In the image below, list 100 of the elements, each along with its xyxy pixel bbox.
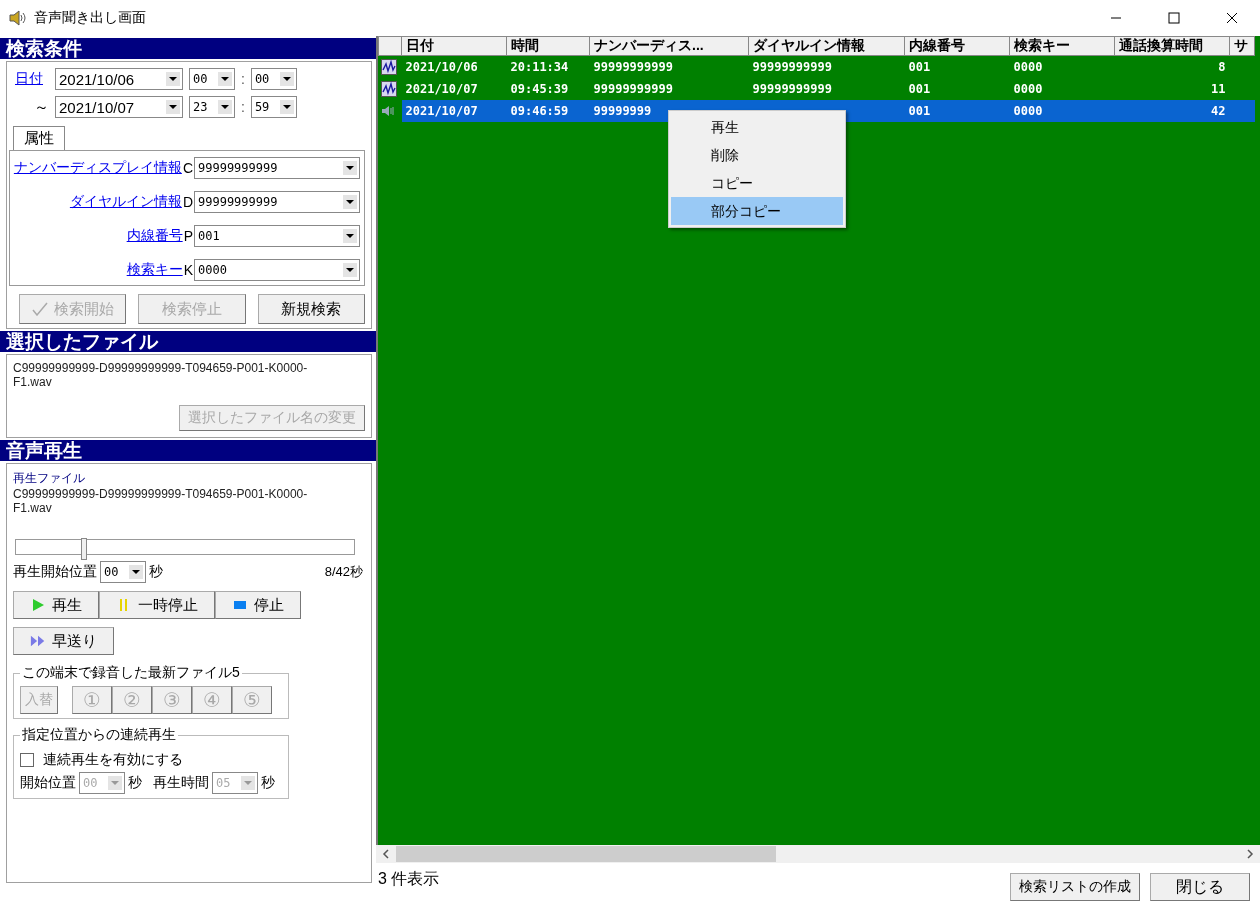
column-header[interactable]: 検索キー bbox=[1009, 36, 1115, 56]
file-name: C99999999999-D99999999999-T094659-P001-K0000-F1.wav bbox=[13, 361, 309, 389]
scroll-right-icon[interactable] bbox=[1246, 849, 1254, 859]
list-row[interactable]: 2021/10/07 09:45:39 99999999999 99999999999 001 0000 11 bbox=[378, 78, 1255, 100]
play-icon bbox=[30, 598, 46, 612]
field-dropdown[interactable]: 99999999999 bbox=[194, 157, 360, 179]
start-dropdown[interactable]: 00 bbox=[100, 561, 146, 583]
field-dropdown[interactable]: 99999999999 bbox=[194, 191, 360, 213]
column-header[interactable]: サ bbox=[1229, 36, 1255, 56]
file-name: C99999999999-D99999999999-T094659-P001-K0000-F1.wav bbox=[13, 487, 309, 515]
time-separator: : bbox=[241, 99, 245, 115]
waveform-icon bbox=[380, 59, 397, 75]
checkbox-label: 連続再生を有効にする bbox=[43, 751, 183, 769]
footer-button[interactable]: 検索リストの作成 bbox=[1010, 873, 1140, 901]
table-cell: 0000 bbox=[1013, 82, 1043, 96]
column-header[interactable]: 通話換算時間 bbox=[1114, 36, 1230, 56]
scroll-left-icon[interactable] bbox=[382, 849, 390, 859]
footer-button[interactable]: 閉じる bbox=[1150, 873, 1250, 901]
caret-icon bbox=[343, 161, 357, 175]
time-separator: : bbox=[241, 71, 245, 87]
tab[interactable]: 属性 bbox=[13, 126, 65, 150]
playback-button[interactable]: 一時停止 bbox=[99, 591, 215, 619]
group-title: 指定位置からの連続再生 bbox=[20, 726, 178, 744]
field-code: K bbox=[183, 262, 193, 278]
stop-icon bbox=[232, 598, 248, 612]
caret-icon bbox=[129, 565, 143, 579]
date-dropdown[interactable]: 2021/10/07 bbox=[55, 96, 183, 118]
hour-dropdown[interactable]: 23 bbox=[189, 96, 235, 118]
field-link[interactable]: 検索キー bbox=[126, 261, 183, 279]
unit-label: 秒 bbox=[149, 563, 163, 581]
column-header[interactable]: ダイヤルイン情報 bbox=[748, 36, 905, 56]
minute-dropdown[interactable]: 59 bbox=[250, 96, 297, 118]
table-cell: 001 bbox=[908, 82, 931, 96]
table-cell: 09:46:59 bbox=[510, 104, 569, 118]
search-button[interactable]: 新規検索 bbox=[257, 294, 365, 324]
date-dropdown[interactable]: 2021/10/06 bbox=[55, 68, 183, 90]
table-cell: 8 bbox=[1218, 60, 1226, 74]
file-label: 再生ファイル bbox=[13, 470, 86, 487]
table-cell: 99999999999 bbox=[593, 82, 673, 96]
speaker-icon bbox=[380, 103, 397, 119]
table-cell: 09:45:39 bbox=[510, 82, 569, 96]
table-cell: 99999999999 bbox=[752, 82, 832, 96]
unit-label: 秒 bbox=[128, 774, 142, 792]
field-code: C bbox=[182, 160, 193, 176]
caret-icon bbox=[343, 263, 357, 277]
table-cell: 001 bbox=[908, 60, 931, 74]
minute-dropdown[interactable]: 00 bbox=[250, 68, 297, 90]
table-cell: 11 bbox=[1211, 82, 1226, 96]
table-cell: 2021/10/06 bbox=[405, 60, 478, 74]
caret-icon bbox=[218, 72, 232, 86]
check-icon bbox=[31, 302, 48, 316]
playback-button[interactable]: 再生 bbox=[13, 591, 99, 619]
caret-icon bbox=[279, 100, 294, 114]
close-icon[interactable] bbox=[1226, 12, 1238, 24]
date-link[interactable]: 日付 bbox=[9, 70, 49, 88]
menu-item[interactable]: コピー bbox=[671, 169, 843, 197]
group-title: この端末で録音した最新ファイル5 bbox=[20, 664, 242, 682]
field-link[interactable]: ナンバーディスプレイ情報 bbox=[13, 159, 182, 177]
field-dropdown[interactable]: 001 bbox=[194, 225, 360, 247]
table-cell: 001 bbox=[908, 104, 931, 118]
table-cell: 99999999999 bbox=[593, 60, 673, 74]
field-code: D bbox=[182, 194, 193, 210]
column-header[interactable]: 内線番号 bbox=[904, 36, 1010, 56]
table-cell: 20:11:34 bbox=[510, 60, 569, 74]
duration-label: 再生時間 bbox=[153, 774, 209, 792]
caret-icon bbox=[166, 72, 180, 86]
caret-icon bbox=[343, 229, 357, 243]
field-code: P bbox=[183, 228, 193, 244]
field-dropdown[interactable]: 0000 bbox=[194, 259, 360, 281]
table-cell: 42 bbox=[1211, 104, 1226, 118]
menu-item[interactable]: 部分コピー bbox=[671, 197, 843, 225]
table-cell: 99999999 bbox=[593, 104, 652, 118]
horizontal-scrollbar[interactable] bbox=[376, 845, 1260, 863]
section-header: 選択したファイル bbox=[0, 331, 376, 352]
playback-button[interactable]: 停止 bbox=[215, 591, 301, 619]
column-header[interactable]: ナンバーディス... bbox=[589, 36, 749, 56]
section-header: 音声再生 bbox=[0, 440, 376, 461]
forward-button[interactable]: 早送り bbox=[13, 627, 114, 655]
progress-text: 8/42秒 bbox=[324, 563, 364, 581]
column-header[interactable]: 日付 bbox=[401, 36, 507, 56]
field-link[interactable]: 内線番号 bbox=[126, 227, 183, 245]
menu-item[interactable]: 削除 bbox=[671, 141, 843, 169]
slider-thumb[interactable] bbox=[80, 538, 87, 560]
table-cell: 2021/10/07 bbox=[405, 104, 478, 118]
caret-icon bbox=[166, 100, 180, 114]
range-mark: ～ bbox=[33, 97, 49, 117]
waveform-icon bbox=[380, 81, 397, 97]
caret-icon bbox=[218, 100, 232, 114]
field-link[interactable]: ダイヤルイン情報 bbox=[69, 193, 182, 211]
maximize-icon[interactable] bbox=[1168, 12, 1180, 24]
hour-dropdown[interactable]: 00 bbox=[189, 68, 235, 90]
column-header[interactable]: 時間 bbox=[506, 36, 590, 56]
section-header: 検索条件 bbox=[0, 38, 376, 59]
start-label: 開始位置 bbox=[20, 774, 76, 792]
list-row[interactable]: 2021/10/06 20:11:34 99999999999 99999999999 001 0000 8 bbox=[378, 55, 1255, 78]
unit-label: 秒 bbox=[261, 774, 275, 792]
caret-icon bbox=[241, 776, 255, 790]
caret-icon bbox=[108, 776, 122, 790]
fast-forward-icon bbox=[30, 634, 46, 648]
speaker-icon bbox=[8, 10, 28, 26]
